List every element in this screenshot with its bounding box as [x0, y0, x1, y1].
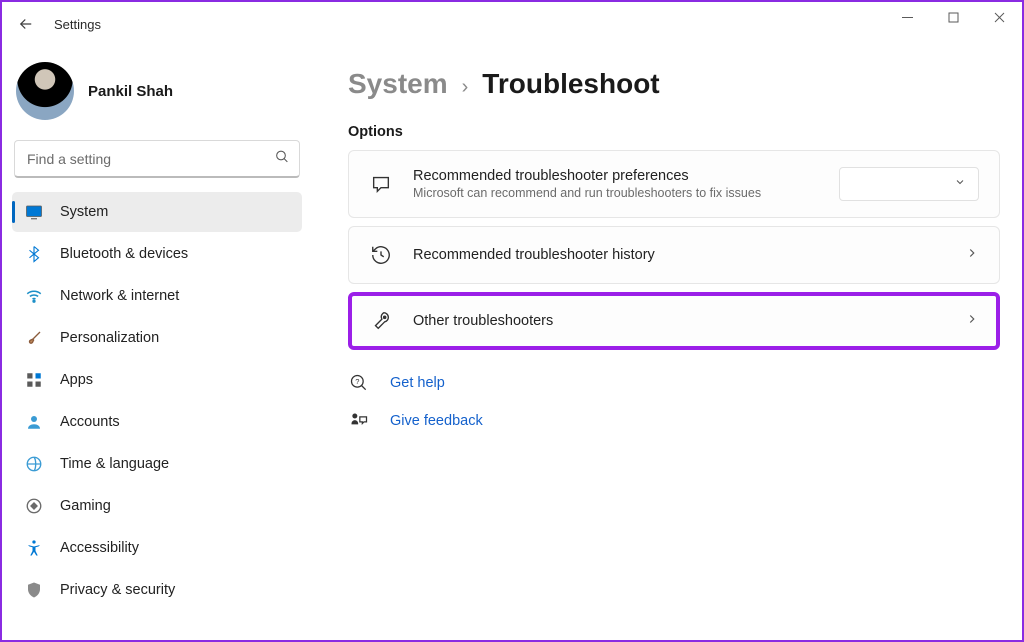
search-wrap [14, 140, 300, 178]
sidebar-item-label: Personalization [60, 330, 159, 346]
sidebar: Pankil Shah System Bluetooth & devices [2, 40, 312, 638]
card-recommended-preferences[interactable]: Recommended troubleshooter preferences M… [348, 150, 1000, 218]
card-title: Recommended troubleshooter preferences [413, 168, 819, 184]
sidebar-item-accessibility[interactable]: Accessibility [12, 528, 302, 568]
breadcrumb: System › Troubleshoot [348, 68, 1000, 100]
card-subtitle: Microsoft can recommend and run troubles… [413, 186, 819, 200]
sidebar-item-label: Accessibility [60, 540, 139, 556]
person-icon [24, 412, 44, 432]
search-input[interactable] [14, 140, 300, 178]
preferences-dropdown[interactable] [839, 167, 979, 201]
breadcrumb-parent[interactable]: System [348, 68, 448, 100]
sidebar-item-label: Accounts [60, 414, 120, 430]
history-icon [369, 243, 393, 267]
give-feedback-link[interactable]: Give feedback [390, 413, 483, 429]
display-icon [24, 202, 44, 222]
sidebar-item-label: Network & internet [60, 288, 179, 304]
chevron-down-icon [954, 175, 966, 193]
svg-text:?: ? [355, 377, 359, 386]
app-title: Settings [54, 17, 101, 32]
close-button[interactable] [976, 2, 1022, 32]
minimize-button[interactable] [884, 2, 930, 32]
links: ? Get help Give feedback [348, 372, 1000, 432]
profile-name: Pankil Shah [88, 83, 173, 100]
sidebar-item-system[interactable]: System [12, 192, 302, 232]
bluetooth-icon [24, 244, 44, 264]
sidebar-item-label: Gaming [60, 498, 111, 514]
card-title: Other troubleshooters [413, 313, 945, 329]
section-title: Options [348, 124, 1000, 140]
card-troubleshooter-history[interactable]: Recommended troubleshooter history [348, 226, 1000, 284]
wifi-icon [24, 286, 44, 306]
feedback-icon [348, 410, 370, 432]
breadcrumb-separator-icon: › [462, 76, 469, 99]
avatar [16, 62, 74, 120]
gaming-icon [24, 496, 44, 516]
sidebar-item-label: System [60, 204, 108, 220]
chevron-right-icon [965, 246, 979, 265]
card-other-troubleshooters[interactable]: Other troubleshooters [348, 292, 1000, 350]
sidebar-item-label: Apps [60, 372, 93, 388]
chevron-right-icon [965, 312, 979, 331]
card-title: Recommended troubleshooter history [413, 247, 945, 263]
paintbrush-icon [24, 328, 44, 348]
accessibility-icon [24, 538, 44, 558]
sidebar-item-gaming[interactable]: Gaming [12, 486, 302, 526]
get-help-link[interactable]: Get help [390, 375, 445, 391]
content: System › Troubleshoot Options Recommende… [312, 40, 1022, 638]
nav: System Bluetooth & devices Network & int… [10, 192, 304, 610]
get-help-row: ? Get help [348, 372, 1000, 394]
breadcrumb-current: Troubleshoot [482, 68, 659, 100]
search-icon [274, 149, 290, 170]
sidebar-item-apps[interactable]: Apps [12, 360, 302, 400]
window-controls [884, 2, 1022, 32]
sidebar-item-label: Time & language [60, 456, 169, 472]
sidebar-item-bluetooth[interactable]: Bluetooth & devices [12, 234, 302, 274]
titlebar: Settings [2, 2, 1022, 40]
sidebar-item-label: Privacy & security [60, 582, 175, 598]
give-feedback-row: Give feedback [348, 410, 1000, 432]
wrench-icon [369, 309, 393, 333]
profile[interactable]: Pankil Shah [10, 50, 304, 140]
back-button[interactable] [12, 10, 40, 38]
maximize-button[interactable] [930, 2, 976, 32]
chat-icon [369, 172, 393, 196]
sidebar-item-label: Bluetooth & devices [60, 246, 188, 262]
shield-icon [24, 580, 44, 600]
apps-icon [24, 370, 44, 390]
sidebar-item-privacy[interactable]: Privacy & security [12, 570, 302, 610]
sidebar-item-personalization[interactable]: Personalization [12, 318, 302, 358]
sidebar-item-network[interactable]: Network & internet [12, 276, 302, 316]
sidebar-item-time[interactable]: Time & language [12, 444, 302, 484]
help-icon: ? [348, 372, 370, 394]
clock-globe-icon [24, 454, 44, 474]
sidebar-item-accounts[interactable]: Accounts [12, 402, 302, 442]
